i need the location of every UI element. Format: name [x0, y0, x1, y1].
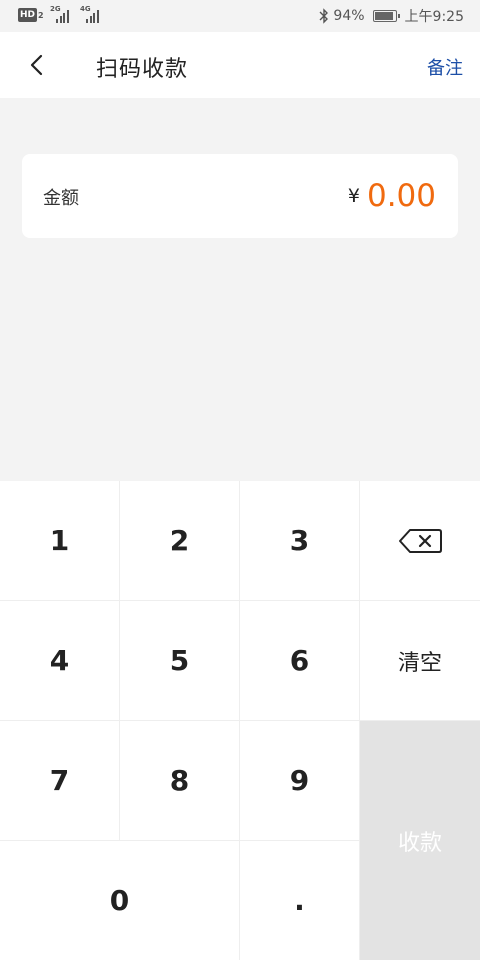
hd-sub-label: 2 — [38, 10, 44, 20]
key-7[interactable]: 7 — [0, 721, 120, 841]
key-8[interactable]: 8 — [120, 721, 240, 841]
key-6[interactable]: 6 — [240, 601, 360, 721]
key-5[interactable]: 5 — [120, 601, 240, 721]
key-3[interactable]: 3 — [240, 481, 360, 601]
delete-key[interactable] — [360, 481, 480, 601]
signal-sim2-icon: 4G — [80, 5, 104, 24]
currency-symbol: ¥ — [347, 185, 360, 207]
backspace-icon — [399, 528, 442, 553]
page-title: 扫码收款 — [96, 57, 189, 82]
clock: 上午9:25 — [404, 9, 464, 25]
battery-percent: 94% — [333, 8, 365, 24]
collect-payment-button[interactable]: 收款 — [360, 721, 480, 960]
amount-label: 金额 — [43, 188, 79, 209]
hd-voice-icon: HD 2 — [18, 7, 44, 23]
status-bar: HD 2 2G 4G 94% 上午9:25 — [0, 0, 480, 32]
key-1[interactable]: 1 — [0, 481, 120, 601]
key-2[interactable]: 2 — [120, 481, 240, 601]
battery-icon — [372, 10, 400, 22]
app-header: 扫码收款 备注 — [0, 32, 480, 98]
key-decimal-point[interactable]: . — [240, 841, 360, 960]
status-left: HD 2 2G 4G — [18, 5, 104, 24]
key-0[interactable]: 0 — [0, 841, 240, 960]
key-9[interactable]: 9 — [240, 721, 360, 841]
key-4[interactable]: 4 — [0, 601, 120, 721]
amount-card[interactable]: 金额 ¥ 0.00 — [22, 154, 458, 238]
bluetooth-icon — [319, 8, 329, 24]
clear-button[interactable]: 清空 — [360, 601, 480, 721]
signal-sim1-icon: 2G — [50, 5, 74, 24]
numeric-keypad: 1 2 3 4 5 6 清空 7 8 9 0 . 收款 — [0, 481, 480, 960]
status-right: 94% 上午9:25 — [319, 6, 464, 26]
back-arrow-icon[interactable] — [24, 51, 52, 79]
remark-button[interactable]: 备注 — [427, 54, 463, 80]
hd-label: HD — [18, 8, 38, 22]
amount-value: 0.00 — [366, 178, 436, 214]
